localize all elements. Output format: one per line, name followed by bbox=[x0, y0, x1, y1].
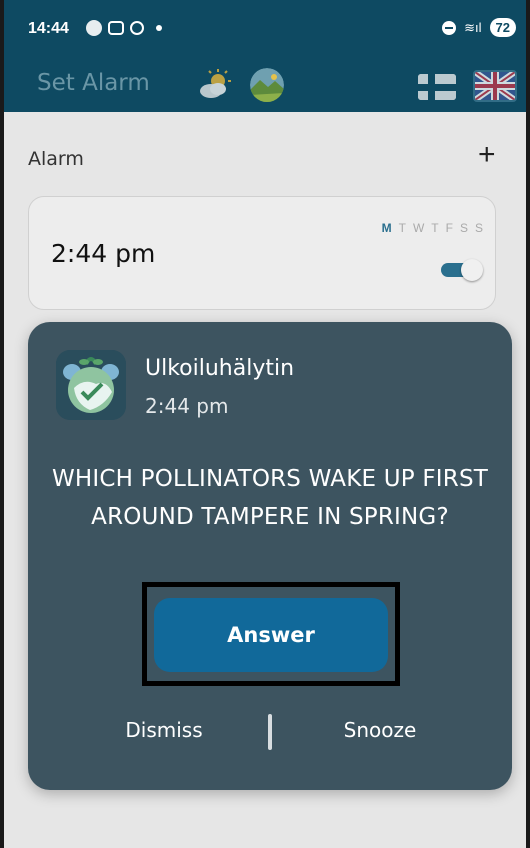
alarm-clock-icon bbox=[130, 21, 144, 35]
app-bar: Set Alarm bbox=[4, 58, 526, 112]
alarm-card[interactable]: M T W T F S S 2:44 pm bbox=[28, 196, 496, 310]
battery-indicator: 72 bbox=[489, 18, 516, 37]
status-icons-right: ≋ıl 72 bbox=[442, 18, 516, 37]
weekday-selector: M T W T F S S bbox=[382, 221, 483, 235]
more-notifications-dot-icon bbox=[156, 25, 162, 31]
page-title: Set Alarm bbox=[37, 70, 150, 96]
quiz-question: WHICH POLLINATORS WAKE UP FIRST AROUND T… bbox=[51, 466, 489, 530]
screen-record-icon bbox=[108, 21, 124, 35]
uk-flag-icon[interactable] bbox=[473, 70, 517, 102]
finland-flag-icon[interactable] bbox=[418, 74, 456, 100]
status-time: 14:44 bbox=[28, 20, 69, 37]
do-not-disturb-icon bbox=[442, 20, 457, 35]
notification-app-name: Ulkoiluhälytin bbox=[145, 356, 295, 381]
day-monday[interactable]: M bbox=[382, 221, 392, 235]
button-divider bbox=[268, 714, 272, 750]
dismiss-button[interactable]: Dismiss bbox=[94, 718, 234, 742]
answer-button[interactable]: Answer bbox=[154, 598, 388, 672]
phone-screen: 14:44 ≋ıl 72 Set Alarm Alarm + M T W T F… bbox=[4, 0, 526, 848]
day-friday[interactable]: F bbox=[446, 221, 453, 235]
status-bar: 14:44 ≋ıl 72 bbox=[4, 0, 526, 58]
day-tuesday[interactable]: T bbox=[399, 221, 406, 235]
day-saturday[interactable]: S bbox=[460, 221, 468, 235]
alarm-section-header: Alarm bbox=[28, 148, 84, 170]
notification-time: 2:44 pm bbox=[145, 394, 229, 418]
alarm-toggle[interactable] bbox=[441, 259, 483, 281]
alarm-time[interactable]: 2:44 pm bbox=[51, 239, 155, 268]
snooze-button[interactable]: Snooze bbox=[310, 718, 450, 742]
day-sunday[interactable]: S bbox=[475, 221, 483, 235]
toggle-thumb bbox=[461, 259, 483, 281]
landscape-icon[interactable] bbox=[250, 68, 284, 102]
status-icons-left bbox=[86, 20, 162, 36]
day-wednesday[interactable]: W bbox=[413, 221, 424, 235]
app-logo-icon bbox=[56, 350, 126, 420]
weather-sun-cloud-icon[interactable] bbox=[198, 69, 232, 101]
alarm-notification-card: Ulkoiluhälytin 2:44 pm WHICH POLLINATORS… bbox=[28, 322, 512, 790]
day-thursday[interactable]: T bbox=[431, 221, 438, 235]
wifi-signal-icon: ≋ıl bbox=[464, 19, 482, 35]
app-notification-icon bbox=[86, 20, 102, 36]
add-alarm-button[interactable]: + bbox=[478, 140, 496, 170]
